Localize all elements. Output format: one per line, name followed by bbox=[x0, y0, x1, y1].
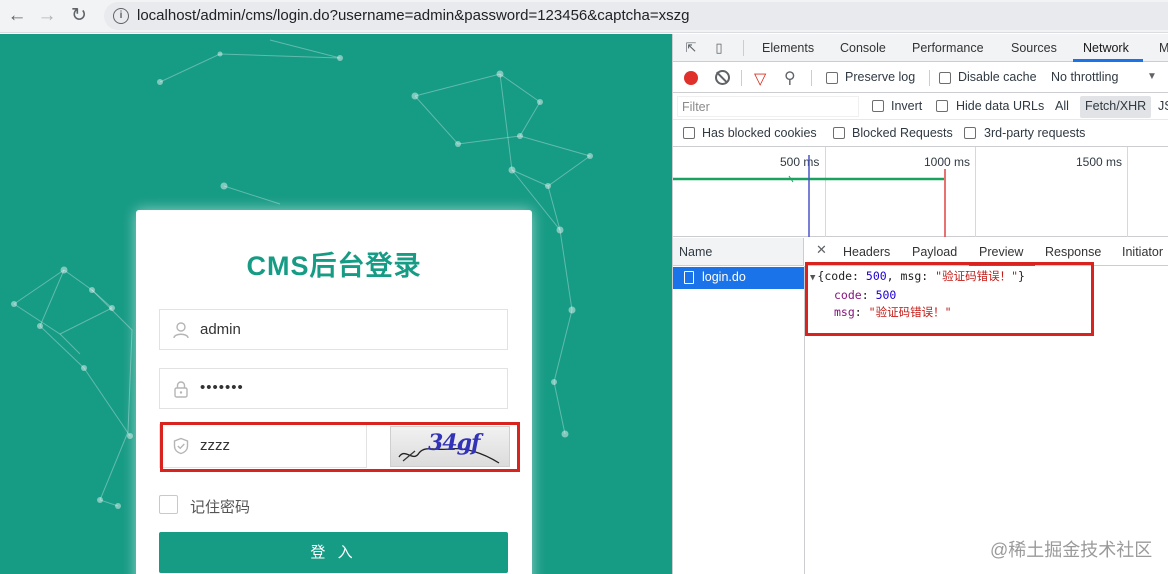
toolbar-separator bbox=[743, 40, 744, 56]
password-field[interactable]: ••••••• bbox=[159, 368, 508, 409]
forward-button[interactable]: → bbox=[34, 4, 60, 28]
tab-console[interactable]: Console bbox=[840, 41, 886, 55]
captcha-highlight-box bbox=[160, 422, 520, 472]
clear-icon[interactable] bbox=[715, 70, 730, 85]
network-timeline[interactable]: 500 ms 1000 ms 1500 ms bbox=[673, 147, 1168, 237]
request-list-header[interactable]: Name bbox=[673, 238, 804, 266]
reload-button[interactable]: ↻ bbox=[66, 4, 92, 28]
info-icon[interactable]: i bbox=[113, 8, 129, 24]
remember-password[interactable]: 记住密码 bbox=[159, 494, 359, 516]
devtools-tabbar: ⇱ ▯ Elements Console Performance Sources… bbox=[673, 34, 1168, 62]
toolbar-separator bbox=[929, 70, 930, 86]
filter-bar: Filter Invert Hide data URLs All Fetch/X… bbox=[673, 94, 1168, 120]
search-icon[interactable]: ⚲ bbox=[784, 68, 796, 88]
tab-payload[interactable]: Payload bbox=[912, 245, 957, 259]
reload-icon: ↻ bbox=[71, 5, 87, 26]
tab-elements[interactable]: Elements bbox=[762, 41, 814, 55]
preserve-log-checkbox[interactable] bbox=[826, 72, 838, 84]
network-toolbar: ▽ ⚲ Preserve log Disable cache No thrott… bbox=[673, 63, 1168, 93]
username-field[interactable]: admin bbox=[159, 309, 508, 350]
tab-network[interactable]: Network bbox=[1083, 41, 1129, 55]
request-name[interactable]: login.do bbox=[702, 270, 746, 284]
toolbar-separator bbox=[811, 70, 812, 86]
disable-cache-label: Disable cache bbox=[958, 70, 1037, 84]
tab-response[interactable]: Response bbox=[1045, 245, 1101, 259]
disable-cache-checkbox[interactable] bbox=[939, 72, 951, 84]
filter-js[interactable]: JS bbox=[1158, 99, 1168, 113]
filter-fetch-xhr[interactable]: Fetch/XHR bbox=[1080, 96, 1152, 118]
login-card: CMS后台登录 admin ••••••• zzzz 34gf 记住密码 登 入 bbox=[136, 210, 532, 574]
filter-bar-secondary: Has blocked cookies Blocked Requests 3rd… bbox=[673, 120, 1168, 147]
arrow-right-icon: → bbox=[37, 5, 57, 26]
name-column-header[interactable]: Name bbox=[679, 245, 712, 259]
hide-data-urls-label: Hide data URLs bbox=[956, 99, 1045, 113]
tab-more[interactable]: M bbox=[1159, 41, 1168, 55]
back-button[interactable]: ← bbox=[4, 4, 30, 28]
blocked-cookies-checkbox[interactable] bbox=[683, 127, 695, 139]
url-text[interactable]: localhost/admin/cms/login.do?username=ad… bbox=[137, 7, 689, 24]
filter-input[interactable]: Filter bbox=[677, 96, 859, 117]
third-party-label: 3rd-party requests bbox=[984, 126, 1086, 140]
response-highlight-box bbox=[805, 262, 1094, 336]
record-icon[interactable] bbox=[684, 71, 698, 85]
filter-all[interactable]: All bbox=[1055, 99, 1069, 113]
watermark: @稀土掘金技术社区 bbox=[990, 540, 1153, 560]
lock-icon bbox=[174, 381, 188, 398]
login-title: CMS后台登录 bbox=[246, 251, 422, 281]
invert-label: Invert bbox=[891, 99, 923, 113]
username-value[interactable]: admin bbox=[200, 321, 241, 338]
active-tab-indicator bbox=[1073, 59, 1143, 62]
timeline-waterfall bbox=[673, 155, 946, 237]
hide-data-urls-checkbox[interactable] bbox=[936, 100, 948, 112]
preserve-log-label: Preserve log bbox=[845, 70, 916, 84]
request-row-selected[interactable]: login.do bbox=[673, 267, 804, 289]
tab-initiator[interactable]: Initiator bbox=[1122, 245, 1163, 259]
blocked-requests-checkbox[interactable] bbox=[833, 127, 845, 139]
filter-icon[interactable]: ▽ bbox=[754, 69, 766, 89]
tab-headers[interactable]: Headers bbox=[843, 245, 890, 259]
tab-sources[interactable]: Sources bbox=[1011, 41, 1057, 55]
login-button[interactable]: 登 入 bbox=[159, 532, 508, 573]
arrow-left-icon: ← bbox=[7, 5, 27, 26]
document-icon bbox=[684, 271, 694, 284]
chevron-down-icon[interactable]: ▼ bbox=[1147, 71, 1157, 82]
password-value[interactable]: ••••••• bbox=[200, 379, 244, 396]
remember-checkbox[interactable] bbox=[159, 495, 178, 514]
invert-checkbox[interactable] bbox=[872, 100, 884, 112]
user-icon bbox=[173, 322, 189, 339]
device-toolbar-icon[interactable]: ▯ bbox=[711, 40, 727, 56]
tab-performance[interactable]: Performance bbox=[912, 41, 984, 55]
close-icon[interactable]: ✕ bbox=[816, 242, 827, 258]
browser-toolbar: ← → ↻ i localhost/admin/cms/login.do?use… bbox=[0, 0, 1168, 33]
toolbar-separator bbox=[741, 70, 742, 86]
throttling-select[interactable]: No throttling bbox=[1051, 70, 1118, 84]
third-party-checkbox[interactable] bbox=[964, 127, 976, 139]
remember-label: 记住密码 bbox=[190, 499, 251, 516]
inspect-element-icon[interactable]: ⇱ bbox=[683, 40, 699, 56]
tab-preview[interactable]: Preview bbox=[979, 245, 1023, 259]
blocked-requests-label: Blocked Requests bbox=[852, 126, 953, 140]
address-bar[interactable]: i localhost/admin/cms/login.do?username=… bbox=[104, 2, 1168, 30]
login-page: CMS后台登录 admin ••••••• zzzz 34gf 记住密码 登 入 bbox=[0, 34, 672, 574]
blocked-cookies-label: Has blocked cookies bbox=[702, 126, 817, 140]
